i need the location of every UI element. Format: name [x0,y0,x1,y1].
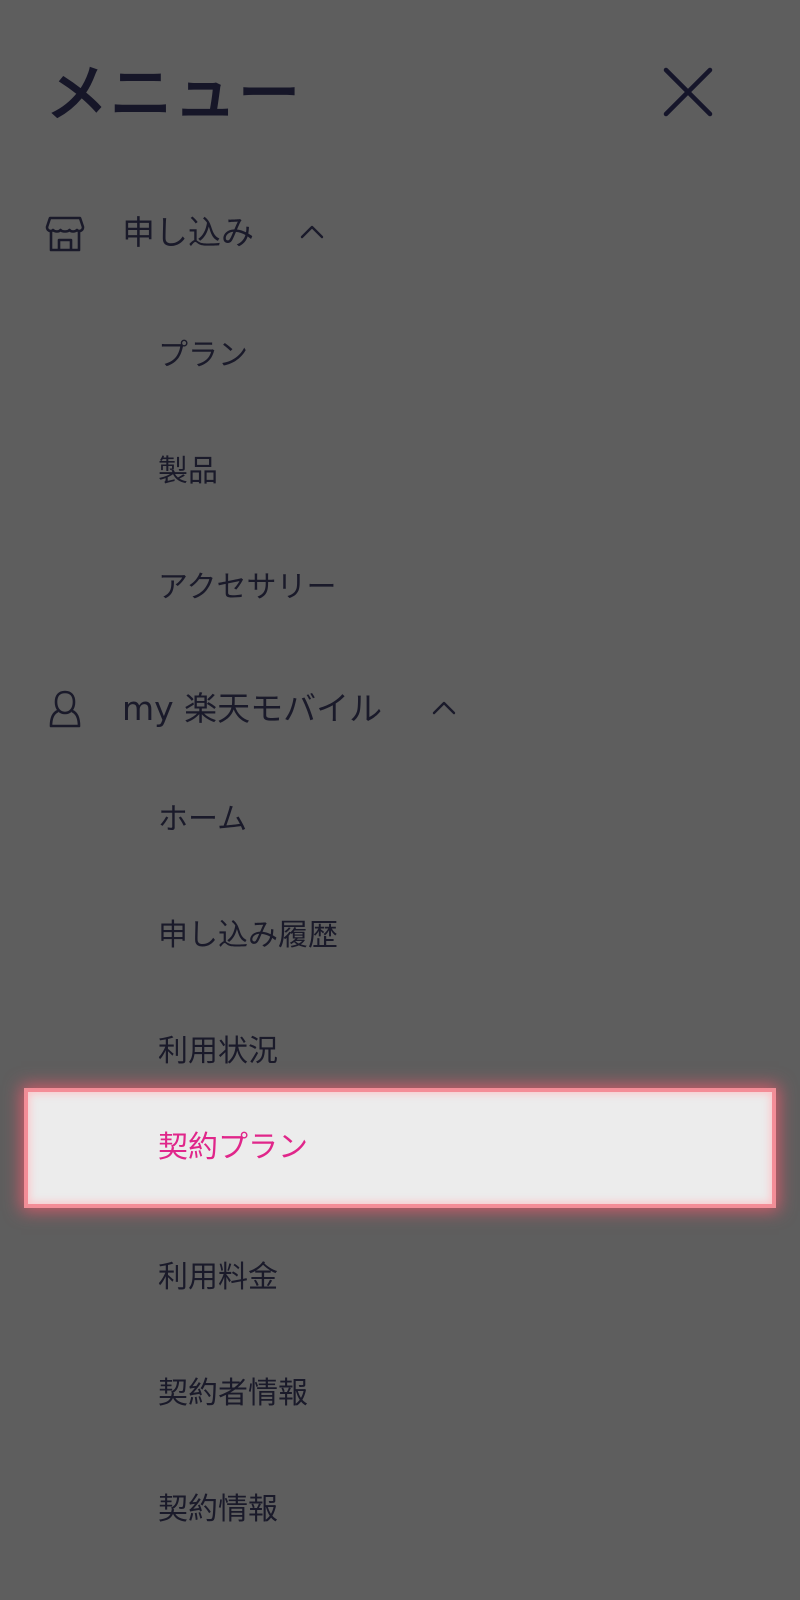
menu-item-contract-info[interactable]: 契約情報 [0,1460,800,1560]
menu-item-label: 利用状況 [158,1034,278,1069]
section-label-apply: 申し込み [122,213,254,252]
menu-item-label: 製品 [158,454,218,489]
menu-item-label: ホーム [158,802,248,837]
menu-item-home[interactable]: ホーム [0,770,800,870]
navigation-menu: メニュー 申し込み プラン 製品 アクセサリー my 楽天モバイル ホーム 申し… [0,0,800,1600]
section-header-apply[interactable]: 申し込み [0,198,800,268]
chevron-up-icon [298,218,326,246]
chevron-up-icon [430,694,458,722]
menu-item-usage-status[interactable]: 利用状況 [0,1002,800,1102]
user-icon [44,688,86,730]
close-button[interactable] [662,66,714,118]
section-header-my-rakuten-mobile[interactable]: my 楽天モバイル [0,674,800,744]
menu-item-contract-plan[interactable]: 契約プラン [28,1092,772,1204]
menu-item-label: プラン [158,338,248,373]
menu-title: メニュー [46,57,303,130]
store-icon [44,212,86,254]
menu-item-plan[interactable]: プラン [0,306,800,406]
menu-item-accessories[interactable]: アクセサリー [0,538,800,638]
menu-item-label: 申し込み履歴 [158,918,338,953]
close-icon [663,67,713,117]
menu-item-label: 契約情報 [158,1492,278,1527]
menu-item-label: 契約プラン [158,1130,308,1165]
menu-item-products[interactable]: 製品 [0,422,800,522]
menu-item-label: アクセサリー [158,570,337,605]
menu-item-contractor-info[interactable]: 契約者情報 [0,1344,800,1444]
menu-item-label: 利用料金 [158,1260,278,1295]
menu-item-application-history[interactable]: 申し込み履歴 [0,886,800,986]
section-label-my-rakuten-mobile: my 楽天モバイル [122,689,383,728]
menu-item-label: 契約者情報 [158,1376,308,1411]
menu-item-usage-fees[interactable]: 利用料金 [0,1228,800,1328]
